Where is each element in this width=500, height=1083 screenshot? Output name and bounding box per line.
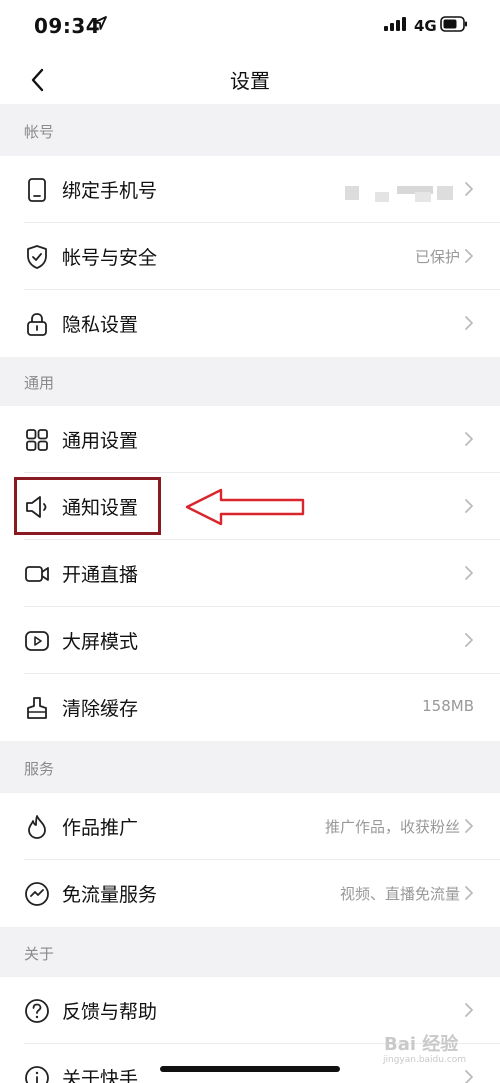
page-title: 设置 [230,69,270,93]
row-value: 视频、直播免流量 [339,885,460,903]
row-label: 作品推广 [62,817,139,839]
help-icon [25,999,49,1023]
battery-icon [440,16,467,32]
phone-icon [28,178,46,202]
flame-icon [28,815,46,839]
chevron-right-icon [465,886,473,900]
network-label: 4G [414,17,437,35]
highlight-box [14,477,161,535]
row-label: 免流量服务 [62,884,158,906]
wave-icon [25,882,49,906]
section-header-general: 通用 [0,357,500,406]
chevron-right-icon [465,316,473,330]
left-pointing-arrow-icon [185,488,305,526]
watermark-logo: Bai 经验 [384,1034,459,1055]
section-title: 通用 [24,374,55,392]
row-label: 清除缓存 [62,698,139,720]
status-bar: 09:34 4G [0,0,500,56]
settings-screen: 09:34 4G 设置 帐号 绑定手机号 帐号与安全 已保护 隐私设置 通用 通… [0,0,500,1083]
cache-size: 158MB [422,697,474,715]
section-title: 服务 [24,760,55,778]
chevron-right-icon [465,1070,473,1083]
row-value: 已保护 [414,248,460,266]
row-label: 隐私设置 [62,314,139,336]
chevron-right-icon [465,566,473,580]
settings-row-bind-phone[interactable]: 绑定手机号 [0,156,500,223]
row-label: 大屏模式 [62,631,139,653]
play-icon [25,631,49,651]
masked-phone-number [345,186,465,202]
watermark-url: jingyan.baidu.com [383,1055,467,1065]
chevron-right-icon [465,819,473,833]
settings-row-go-live[interactable]: 开通直播 [0,540,500,607]
settings-row-free-data[interactable]: 免流量服务 视频、直播免流量 [0,860,500,927]
broom-icon [27,697,47,719]
video-camera-icon [25,566,49,582]
row-label: 反馈与帮助 [62,1001,158,1023]
settings-row-promote[interactable]: 作品推广 推广作品，收获粉丝 [0,793,500,860]
section-header-account: 帐号 [0,104,500,156]
row-label: 关于快手 [62,1068,139,1083]
row-value: 推广作品，收获粉丝 [324,818,460,836]
section-header-about: 关于 [0,927,500,977]
row-label: 开通直播 [62,564,139,586]
location-arrow-icon [93,16,107,30]
section-title: 帐号 [24,123,55,141]
row-label: 绑定手机号 [62,180,158,202]
signal-icon [384,17,406,31]
section-header-services: 服务 [0,741,500,793]
status-time: 09:34 [34,14,101,38]
grid-icon [26,429,48,451]
settings-row-account-security[interactable]: 帐号与安全 已保护 [0,223,500,290]
info-icon [25,1066,49,1083]
home-indicator[interactable] [160,1066,340,1072]
settings-row-privacy[interactable]: 隐私设置 [0,290,500,357]
row-label: 帐号与安全 [62,247,158,269]
chevron-right-icon [465,182,473,196]
nav-bar: 设置 [0,56,500,104]
chevron-right-icon [465,1003,473,1017]
chevron-right-icon [465,499,473,513]
settings-row-general[interactable]: 通用设置 [0,406,500,473]
chevron-right-icon [465,432,473,446]
settings-row-big-screen[interactable]: 大屏模式 [0,607,500,674]
chevron-right-icon [465,633,473,647]
shield-icon [27,245,47,269]
lock-icon [27,313,47,336]
row-label: 通用设置 [62,430,139,452]
settings-row-clear-cache[interactable]: 清除缓存 158MB [0,674,500,741]
chevron-right-icon [465,249,473,263]
section-title: 关于 [24,945,55,963]
